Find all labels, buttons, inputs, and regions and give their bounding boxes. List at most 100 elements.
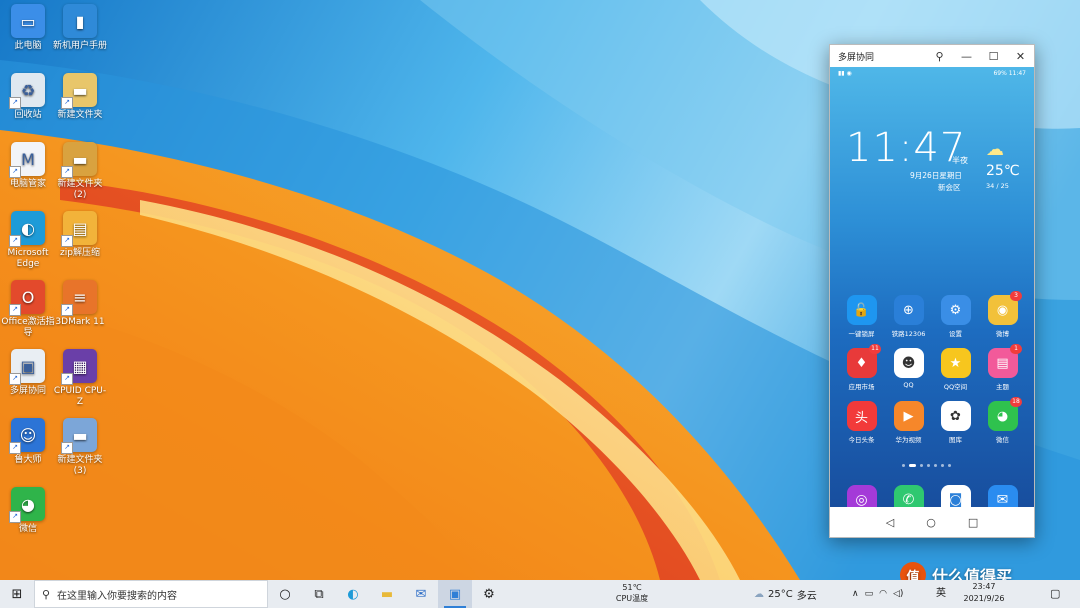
weather-widget[interactable]: ☁ 25°C 多云 [754,580,817,608]
desktop-icon[interactable]: ▣ ↗ 多屏协同 [0,349,56,397]
zip-icon: ▤ ↗ [61,211,97,247]
desktop-icon-label: Office激活指导 [1,317,55,338]
recycle-bin-icon: ♻ ↗ [9,73,45,109]
shortcut-arrow-icon: ↗ [9,511,21,523]
toutiao-icon: 头 [846,401,877,431]
multiscreen-taskbar-icon[interactable]: ▣ [438,580,472,608]
desktop-icon-label: CPUID CPU-Z [53,386,107,407]
phone-clock[interactable]: 11:47 [846,125,966,171]
app-badge: 3 [1010,291,1022,301]
camera-icon: ◙ [940,485,971,507]
app-badge: 1 [1010,344,1022,354]
taskbar-search[interactable]: ⚲ 在这里输入你要搜索的内容 [34,580,268,608]
desktop-icon[interactable]: ▬ ↗ 新建文件夹(3) [52,418,108,477]
weather-desc: 多云 [796,590,817,602]
minimize-button[interactable]: — [953,50,980,63]
desktop-icon[interactable]: ≡ ↗ 3DMark 11 [52,280,108,328]
shortcut-arrow-icon: ↗ [9,97,21,109]
phone-app[interactable]: ◕ 18 微信 [979,397,1026,444]
phone-screen[interactable]: ▮▮ ◉ 69% 11:47 11:47 半夜 9月26日星期日 新会区 ☁ 2… [830,67,1034,507]
multiscreen-window[interactable]: 多屏协同 ⚲ — ☐ ✕ ▮▮ ◉ 69% 11:47 11:47 半夜 9月2… [829,44,1035,538]
phone-app[interactable]: ✿ 图库 [932,401,979,444]
shortcut-arrow-icon: ↗ [61,442,73,454]
folder-icon: ▬ ↗ [61,73,97,109]
phone-app-label: 今日头条 [848,436,875,444]
partly-cloudy-icon[interactable]: ☁ [986,139,1004,160]
desktop-icon[interactable]: O ↗ Office激活指导 [0,280,56,339]
volume-icon[interactable]: ◁) [893,589,903,599]
phone-app-label: 应用市场 [848,383,875,391]
desktop-icon[interactable]: ▦ ↗ CPUID CPU-Z [52,349,108,408]
app-badge: 11 [869,344,881,354]
phone-app[interactable]: ♦ 11 应用市场 [838,344,885,391]
phone-location: 新会区 [938,183,961,192]
mail-icon[interactable]: ✉ [404,580,438,608]
phone-app[interactable]: ⊕ 铁路12306 [885,295,932,338]
dock-app[interactable]: ✆ [885,485,932,507]
desktop-icon-label: 多屏协同 [9,386,46,396]
phone-app[interactable]: ☻ QQ [885,348,932,391]
desktop-icon-label: 电脑管家 [9,179,46,189]
desktop-icon-label: zip解压缩 [60,248,100,258]
phone-app[interactable]: ▶ 华为视频 [885,401,932,444]
back-icon[interactable]: ◁ [886,516,894,529]
folder-icon: ▬ ↗ [61,418,97,454]
desktop-icon[interactable]: M ↗ 电脑管家 [0,142,56,190]
desktop-icon[interactable]: ▭ 此电脑 [0,4,56,52]
dock-app[interactable]: ✉ [979,485,1026,507]
desktop-icon[interactable]: ▬ ↗ 新建文件夹 [52,73,108,121]
ime-indicator[interactable]: 英 [936,580,946,608]
phone-app-label: QQ空间 [943,383,968,391]
pin-icon[interactable]: ⚲ [926,50,953,63]
task-view-button[interactable]: ⧉ [302,580,336,608]
phone-app[interactable]: 🔓 一键锁屏 [838,295,885,338]
edge-taskbar-icon[interactable]: ◐ [336,580,370,608]
dock-app[interactable]: ◙ [932,485,979,507]
phone-temp-range: 34 / 25 [986,182,1009,190]
shortcut-arrow-icon: ↗ [61,373,73,385]
window-titlebar[interactable]: 多屏协同 ⚲ — ☐ ✕ [830,45,1034,67]
folder-icon: ▬ ↗ [61,142,97,178]
shortcut-arrow-icon: ↗ [61,235,73,247]
cortana-button[interactable]: ○ [268,580,302,608]
page-indicator [902,464,951,467]
cpu-temp-widget[interactable]: 51℃ CPU温度 [606,582,658,604]
cloud-icon: ☁ [754,588,764,600]
desktop-icon[interactable]: ▮ 新机用户手册 [52,4,108,52]
home-icon[interactable]: ○ [926,516,936,529]
battery-icon[interactable]: ▭ [865,589,874,599]
chevron-up-icon[interactable]: ∧ [852,589,859,599]
start-button[interactable]: ⊞ [0,580,34,608]
desktop-icon[interactable]: ◐ ↗ Microsoft Edge [0,211,56,270]
desktop-icon[interactable]: ◕ ↗ 微信 [0,487,56,535]
phone-app-label: QQ [903,381,914,389]
shortcut-arrow-icon: ↗ [9,304,21,316]
multiscreen-icon: ▣ ↗ [9,349,45,385]
desktop-icon[interactable]: ☺ ↗ 鲁大师 [0,418,56,466]
notification-icon[interactable]: ▢ [1050,587,1060,600]
recents-icon[interactable]: □ [968,516,978,529]
phone-app[interactable]: ★ QQ空间 [932,348,979,391]
maximize-button[interactable]: ☐ [980,50,1007,63]
shortcut-arrow-icon: ↗ [9,373,21,385]
desktop-icon[interactable]: ♻ ↗ 回收站 [0,73,56,121]
shortcut-arrow-icon: ↗ [61,304,73,316]
shortcut-arrow-icon: ↗ [61,166,73,178]
edge-icon: ◐ ↗ [9,211,45,247]
file-explorer-icon[interactable]: ▬ [370,580,404,608]
desktop-icon[interactable]: ▤ ↗ zip解压缩 [52,211,108,259]
desktop-icon[interactable]: ▬ ↗ 新建文件夹(2) [52,142,108,201]
phone-app[interactable]: ▤ 1 主题 [979,344,1026,391]
clock[interactable]: 23:47 2021/9/26 [956,581,1012,605]
qq-icon: ☻ [893,348,924,378]
phone-app[interactable]: 头今日头条 [838,401,885,444]
phone-app[interactable]: ⚙ 设置 [932,295,979,338]
phone-app-label: 设置 [949,330,962,338]
phone-app[interactable]: ◉ 3 微博 [979,291,1026,338]
wifi-icon[interactable]: ◠ [879,589,887,599]
desktop-icon-label: 新机用户手册 [52,41,107,51]
close-button[interactable]: ✕ [1007,50,1034,63]
settings-taskbar-icon[interactable]: ⚙ [472,580,506,608]
dock-app[interactable]: ◎ [838,485,885,507]
phone-status-bar: ▮▮ ◉ 69% 11:47 [830,67,1034,82]
